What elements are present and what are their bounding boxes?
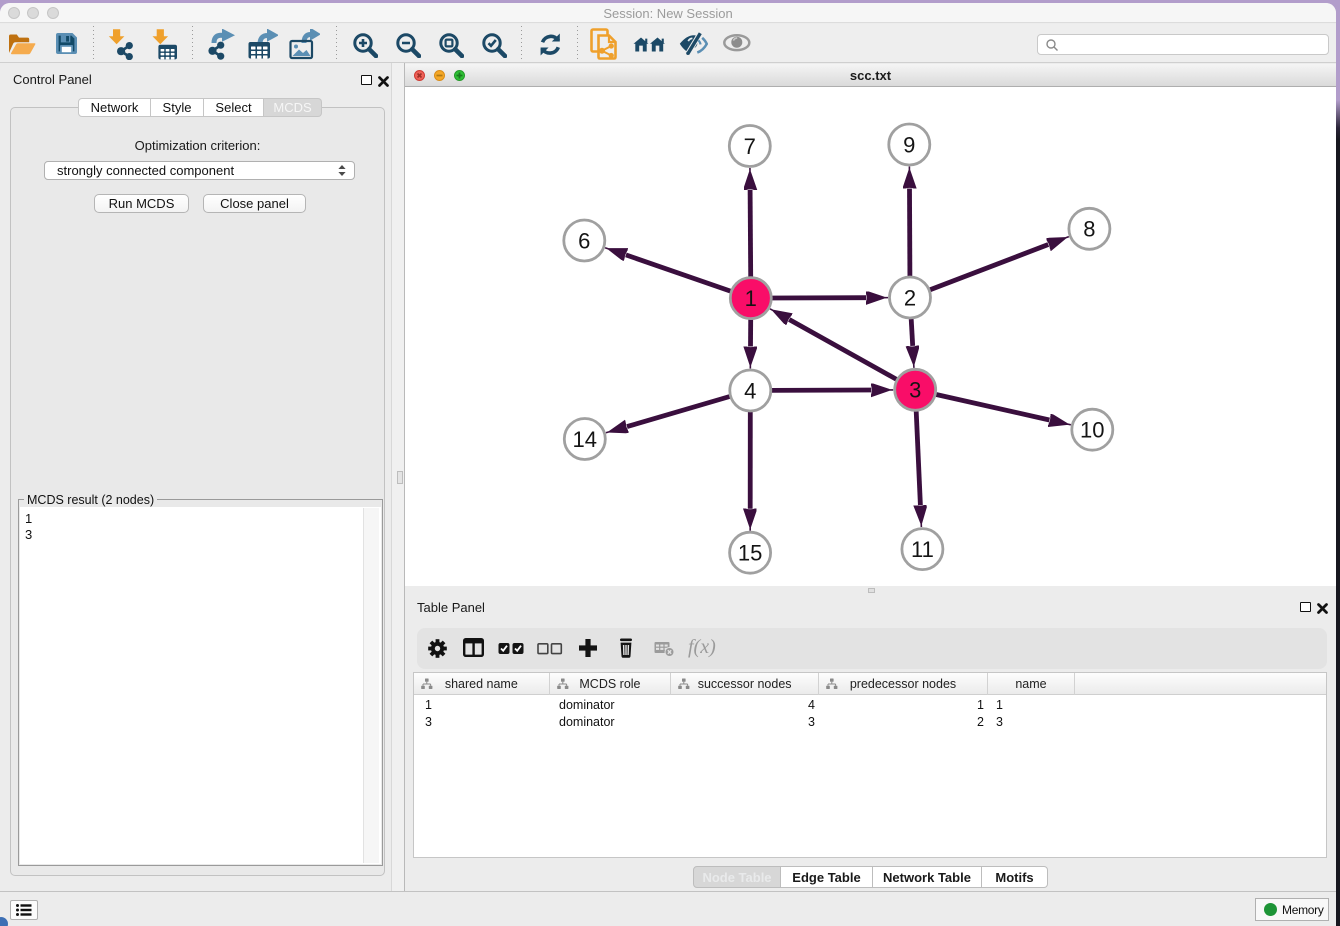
svg-text:3: 3 (909, 378, 921, 403)
svg-text:2: 2 (904, 285, 916, 310)
svg-text:4: 4 (744, 378, 756, 403)
svg-text:1: 1 (745, 286, 757, 311)
svg-text:8: 8 (1083, 217, 1095, 242)
svg-text:10: 10 (1080, 418, 1104, 443)
svg-text:6: 6 (578, 228, 590, 253)
svg-text:14: 14 (573, 427, 597, 452)
svg-text:7: 7 (744, 134, 756, 159)
svg-text:11: 11 (911, 537, 934, 562)
svg-text:15: 15 (738, 541, 762, 566)
svg-text:9: 9 (903, 132, 915, 157)
